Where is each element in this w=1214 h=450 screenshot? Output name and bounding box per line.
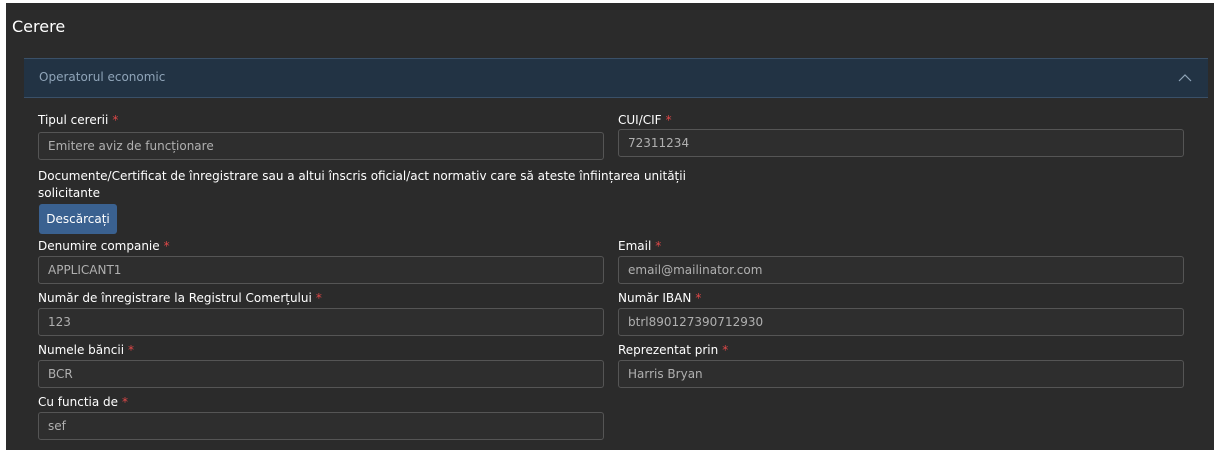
denumire-companie-label-text: Denumire companie (38, 239, 160, 253)
page-container: Cerere Operatorul economic Tipul cererii… (6, 3, 1214, 450)
required-marker: * (655, 239, 662, 253)
reprezentat-prin-label: Reprezentat prin * (618, 343, 728, 357)
required-marker: * (315, 291, 322, 305)
numar-iban-label: Număr IBAN * (618, 291, 701, 305)
required-marker: * (128, 343, 135, 357)
denumire-companie-input[interactable] (38, 256, 604, 284)
required-marker: * (112, 113, 119, 127)
download-button[interactable]: Descărcați (39, 204, 117, 234)
numele-bancii-label-text: Numele băncii (38, 343, 125, 357)
cu-functia-label: Cu functia de * (38, 395, 128, 409)
numar-iban-input[interactable] (618, 308, 1184, 336)
documente-description: Documente/Certificat de înregistrare sau… (38, 169, 686, 200)
page-title: Cerere (12, 17, 66, 36)
tipul-cererii-label: Tipul cererii * (38, 113, 118, 127)
cu-functia-label-text: Cu functia de (38, 395, 119, 409)
numele-bancii-label: Numele băncii * (38, 343, 134, 357)
numar-iban-label-text: Număr IBAN (618, 291, 692, 305)
required-marker: * (163, 239, 170, 253)
required-marker: * (665, 113, 672, 127)
required-marker: * (722, 343, 729, 357)
chevron-up-icon[interactable] (1178, 71, 1192, 85)
email-input[interactable] (618, 256, 1184, 284)
section-header-title: Operatorul economic (39, 70, 166, 84)
denumire-companie-label: Denumire companie * (38, 239, 170, 253)
numele-bancii-input[interactable] (38, 360, 604, 388)
cui-cif-input[interactable] (618, 129, 1184, 157)
cui-cif-label-text: CUI/CIF (618, 113, 662, 127)
tipul-cererii-label-text: Tipul cererii (38, 113, 109, 127)
reprezentat-prin-input[interactable] (618, 360, 1184, 388)
required-marker: * (122, 395, 129, 409)
section-header-operatorul-economic[interactable]: Operatorul economic (24, 58, 1208, 98)
cu-functia-input[interactable] (38, 412, 604, 440)
email-label-text: Email (618, 239, 652, 253)
required-marker: * (695, 291, 702, 305)
reprezentat-prin-label-text: Reprezentat prin (618, 343, 719, 357)
cui-cif-label: CUI/CIF * (618, 113, 672, 127)
email-label: Email * (618, 239, 661, 253)
numar-registru-input[interactable] (38, 308, 604, 336)
tipul-cererii-input[interactable] (38, 132, 604, 160)
numar-registru-label: Număr de înregistrare la Registrul Comer… (38, 291, 322, 305)
numar-registru-label-text: Număr de înregistrare la Registrul Comer… (38, 291, 312, 305)
